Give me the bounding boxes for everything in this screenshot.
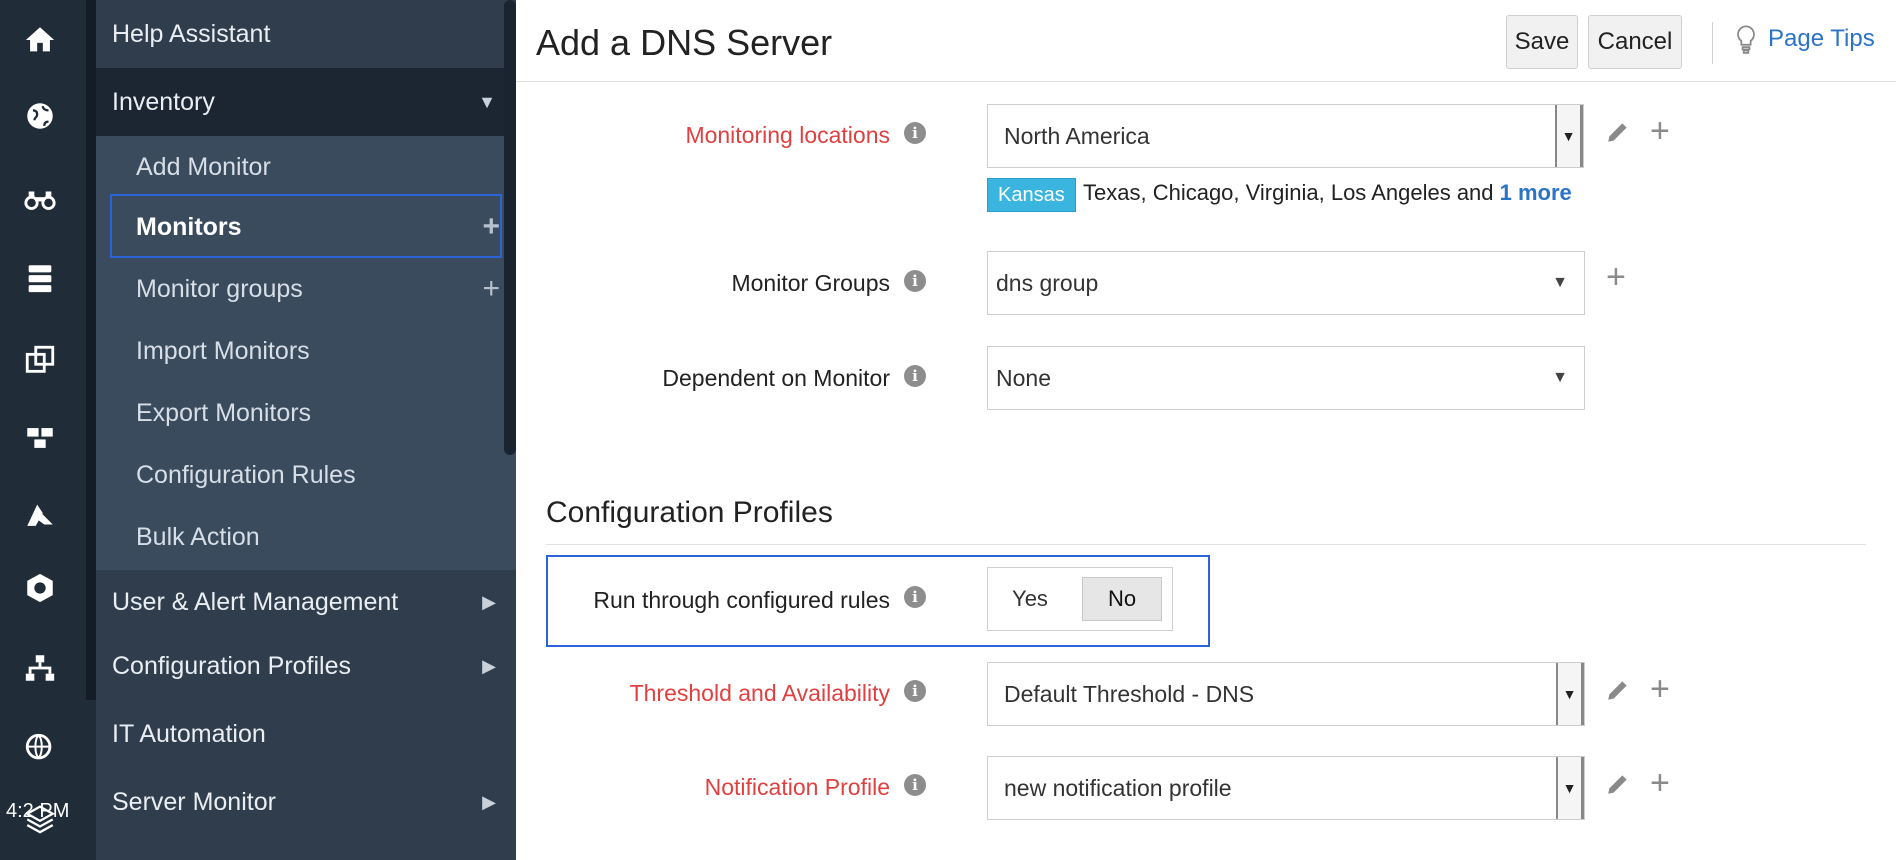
select-value: dns group (996, 269, 1099, 296)
chevron-down-icon[interactable]: ▼ (1556, 757, 1584, 819)
add-monitor-plus-icon[interactable]: + (482, 210, 500, 244)
web-search-icon[interactable] (20, 728, 60, 768)
dependent-monitor-label: Dependent on Monitor (662, 365, 890, 391)
chevron-down-icon: ▼ (1552, 274, 1568, 291)
nav-label: Configuration Rules (136, 460, 356, 489)
monitor-groups-label: Monitor Groups (731, 270, 890, 296)
nav-label: Import Monitors (136, 336, 310, 365)
no-option[interactable]: No (1082, 577, 1162, 621)
nav-label: IT Automation (112, 719, 266, 748)
lightbulb-icon (1737, 25, 1755, 54)
binoculars-icon[interactable] (20, 180, 60, 220)
server-stack-icon[interactable] (20, 258, 60, 298)
notification-profile-select[interactable]: new notification profile ▼ (987, 756, 1585, 820)
add-group-plus-icon[interactable]: + (1606, 258, 1626, 297)
threshold-select[interactable]: Default Threshold - DNS ▼ (987, 662, 1585, 726)
copy-icon[interactable] (20, 340, 60, 380)
page-tips-label: Page Tips (1768, 25, 1875, 52)
nav-label: Help Assistant (112, 19, 271, 48)
dependent-monitor-select[interactable]: None ▼ (987, 346, 1585, 410)
network-topology-icon[interactable] (20, 648, 60, 688)
nav-label: Monitor groups (136, 274, 303, 303)
globe-icon[interactable] (20, 96, 60, 136)
nav-it-automation[interactable]: IT Automation (96, 700, 516, 768)
select-value: new notification profile (1004, 774, 1232, 801)
caret-right-icon: ▶ (482, 791, 496, 812)
nav-item-add-monitor[interactable]: Add Monitor (96, 136, 516, 198)
select-value: North America (1004, 122, 1150, 149)
nav-label: Configuration Profiles (112, 651, 352, 680)
section-divider (546, 544, 1866, 545)
notification-profile-label: Notification Profile (704, 774, 890, 800)
monitor-groups-select[interactable]: dns group ▼ (987, 251, 1585, 315)
threshold-label: Threshold and Availability (629, 680, 890, 706)
header-divider (1712, 22, 1713, 64)
page-tips-link[interactable]: Page Tips (1734, 24, 1875, 54)
info-icon[interactable]: i (904, 774, 926, 796)
save-button[interactable]: Save (1506, 15, 1578, 69)
select-value: None (996, 364, 1051, 391)
home-icon[interactable] (20, 20, 60, 60)
select-value: Default Threshold - DNS (1004, 680, 1255, 707)
edit-pencil-icon[interactable] (1605, 119, 1631, 145)
monitoring-locations-select[interactable]: North America ▼ (987, 104, 1584, 168)
locations-summary: Texas, Chicago, Virginia, Los Angeles an… (1083, 180, 1572, 206)
cancel-button[interactable]: Cancel (1588, 15, 1682, 69)
azure-icon[interactable] (20, 496, 60, 536)
edit-pencil-icon[interactable] (1605, 677, 1631, 703)
add-location-plus-icon[interactable]: + (1650, 112, 1670, 151)
nav-label: Add Monitor (136, 152, 271, 181)
info-icon[interactable]: i (904, 270, 926, 292)
info-icon[interactable]: i (904, 122, 926, 144)
nav-label: Export Monitors (136, 398, 312, 427)
nav-label: User & Alert Management (112, 587, 399, 616)
info-icon[interactable]: i (904, 365, 926, 387)
page-title: Add a DNS Server (536, 22, 833, 63)
add-group-plus-icon[interactable]: + (482, 272, 500, 306)
gcp-hexagon-icon[interactable] (20, 568, 60, 608)
nav-configuration-profiles[interactable]: Configuration Profiles ▶ (96, 634, 516, 698)
chevron-down-icon[interactable]: ▼ (1556, 663, 1584, 725)
side-navigation: Help Assistant Inventory ▼ Add Monitor M… (96, 0, 516, 860)
run-rules-label: Run through configured rules (593, 587, 890, 613)
page-header: Add a DNS Server Save Cancel Page Tips (516, 0, 1896, 82)
nav-item-monitors[interactable]: Monitors + (96, 196, 516, 258)
locations-list: Texas, Chicago, Virginia, Los Angeles an… (1083, 180, 1500, 205)
caret-down-icon: ▼ (478, 91, 496, 112)
edit-pencil-icon[interactable] (1605, 771, 1631, 797)
nav-scrollbar[interactable] (504, 0, 516, 455)
more-locations-link[interactable]: 1 more (1500, 180, 1572, 205)
add-notification-plus-icon[interactable]: + (1650, 764, 1670, 803)
caret-right-icon: ▶ (482, 655, 496, 676)
nav-label: Inventory (112, 87, 215, 116)
location-tag[interactable]: Kansas (987, 178, 1076, 212)
nav-label: Monitors (136, 212, 242, 241)
nav-item-import-monitors[interactable]: Import Monitors (96, 320, 516, 382)
run-rules-toggle: Yes No (987, 567, 1173, 631)
nav-user-alert-management[interactable]: User & Alert Management ▶ (96, 570, 516, 634)
nav-item-export-monitors[interactable]: Export Monitors (96, 382, 516, 444)
caret-right-icon: ▶ (482, 591, 496, 612)
nav-server-monitor[interactable]: Server Monitor ▶ (96, 768, 516, 836)
add-threshold-plus-icon[interactable]: + (1650, 670, 1670, 709)
rail-scrollbar[interactable] (86, 0, 96, 700)
clock-time: 4:2 PM (6, 800, 70, 822)
nav-item-bulk-action[interactable]: Bulk Action (96, 506, 516, 568)
nav-label: Server Monitor (112, 787, 276, 816)
aws-cubes-icon[interactable] (20, 418, 60, 458)
monitoring-locations-label: Monitoring locations (685, 122, 890, 148)
configuration-profiles-heading: Configuration Profiles (546, 496, 833, 529)
info-icon[interactable]: i (904, 680, 926, 702)
nav-help-assistant[interactable]: Help Assistant (96, 0, 516, 68)
nav-inventory[interactable]: Inventory ▼ (96, 68, 516, 136)
info-icon[interactable]: i (904, 586, 926, 608)
nav-item-monitor-groups[interactable]: Monitor groups + (96, 258, 516, 320)
yes-option[interactable]: Yes (998, 577, 1062, 621)
icon-rail: 4:2 PM (0, 0, 96, 860)
nav-item-configuration-rules[interactable]: Configuration Rules (96, 444, 516, 506)
chevron-down-icon: ▼ (1552, 369, 1568, 386)
chevron-down-icon[interactable]: ▼ (1555, 105, 1583, 167)
nav-label: Bulk Action (136, 522, 260, 551)
